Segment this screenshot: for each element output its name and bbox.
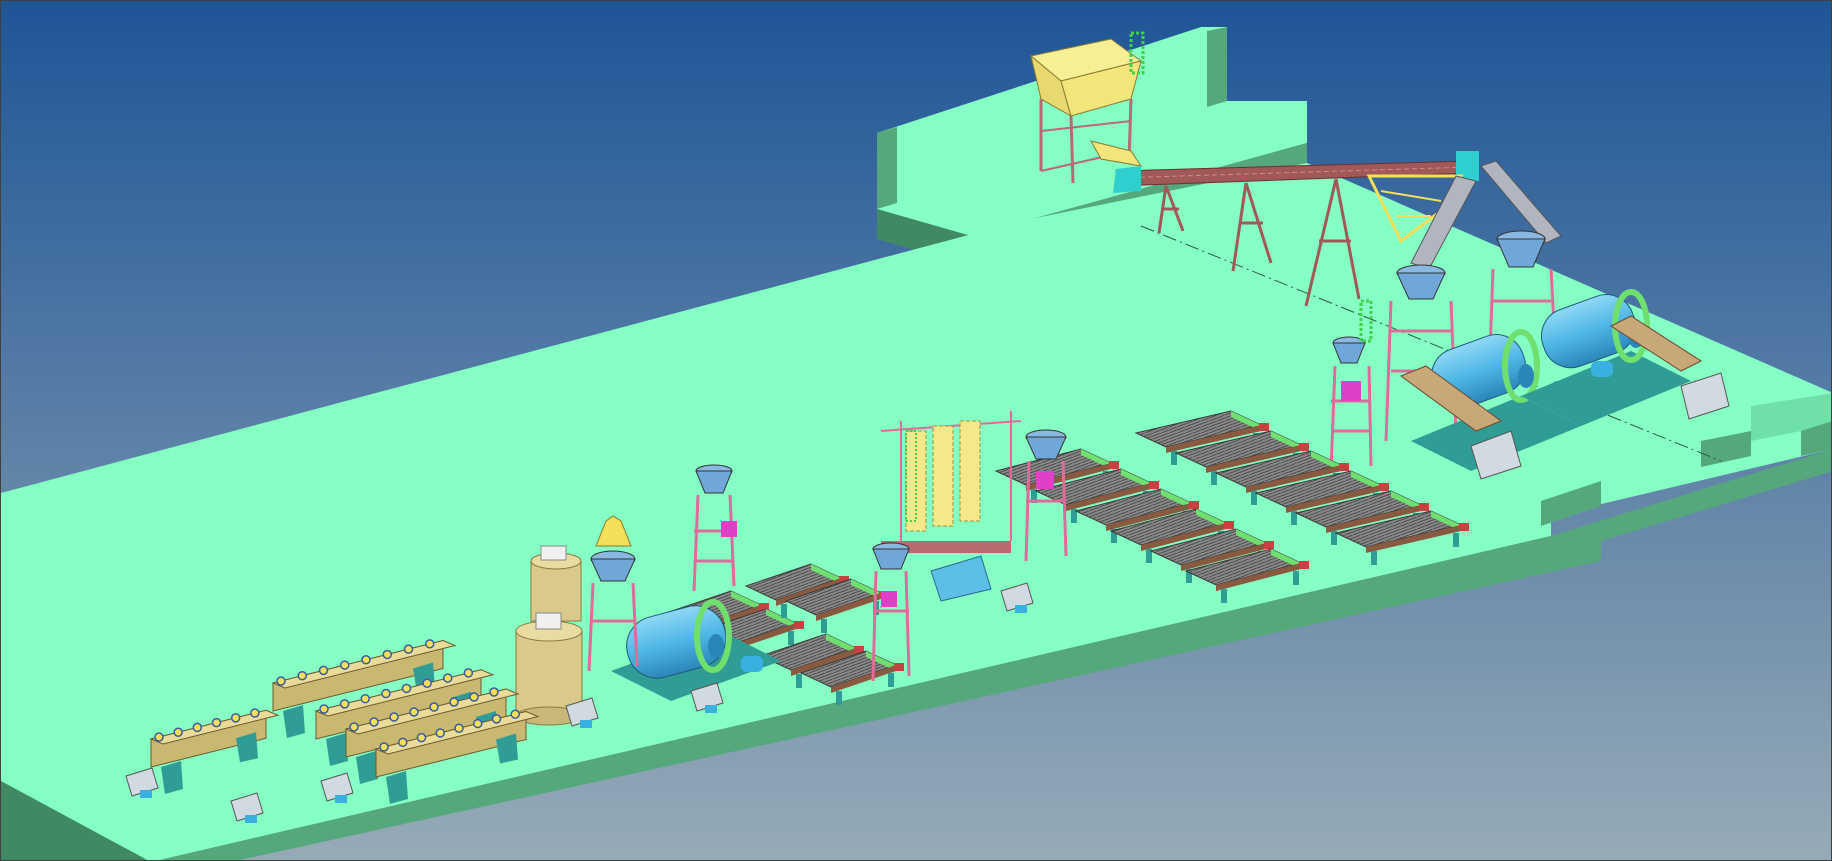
3d-viewport[interactable] (0, 0, 1832, 861)
plant-layout-scene[interactable] (1, 1, 1832, 861)
agitation-tank-1[interactable] (530, 545, 582, 622)
